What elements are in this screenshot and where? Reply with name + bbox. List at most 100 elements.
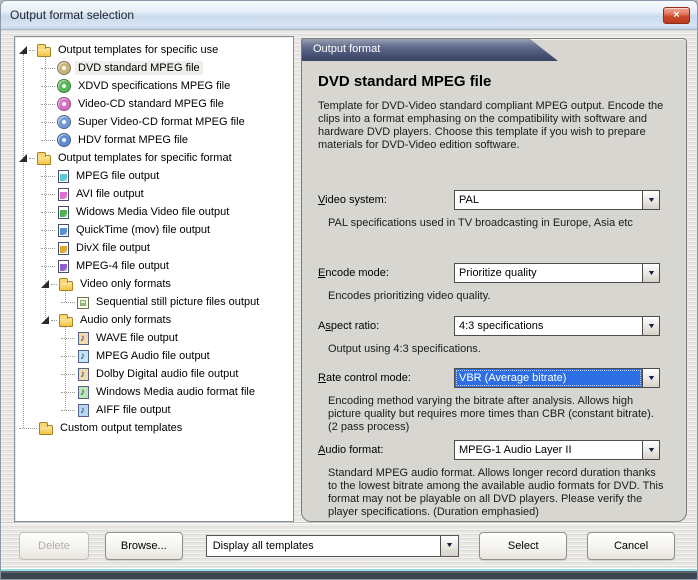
tree-connector bbox=[61, 337, 75, 339]
tree-folder-row[interactable]: Custom output templates bbox=[15, 419, 293, 437]
rate-control-mode-dropdown[interactable]: VBR (Average bitrate) ▼ bbox=[454, 368, 660, 388]
video-system-field: Video system: PAL ▼ PAL specifications used… bbox=[318, 190, 672, 230]
tree-item-label: AIFF file output bbox=[96, 404, 171, 416]
tree-item-label: Widows Media Video file output bbox=[76, 206, 230, 218]
tree-item-row[interactable]: DVD standard MPEG file bbox=[15, 59, 293, 77]
tree-item-label: XDVD specifications MPEG file bbox=[78, 80, 231, 92]
expand-triangle-icon[interactable] bbox=[41, 280, 49, 288]
aspect-ratio-caption: Output using 4:3 specifications. bbox=[328, 343, 481, 355]
expand-triangle-icon[interactable] bbox=[41, 316, 49, 324]
tree-item-row[interactable]: QuickTime (mov) file output bbox=[15, 221, 293, 239]
tree-item-row[interactable]: Widows Media Video file output bbox=[15, 203, 293, 221]
audio-format-label: Audio format: bbox=[318, 444, 384, 456]
window-bottom-edge bbox=[1, 568, 697, 579]
dialog-body: Output templates for specific use DVD sta… bbox=[1, 30, 697, 522]
dropdown-arrow-icon[interactable]: ▼ bbox=[642, 317, 659, 335]
dropdown-arrow-icon[interactable]: ▼ bbox=[642, 369, 659, 387]
aspect-ratio-field: Aspect ratio: 4:3 specifications ▼ Output u… bbox=[318, 316, 672, 356]
tree-folder-row[interactable]: Video only formats bbox=[15, 275, 293, 293]
tree-item-row[interactable]: XDVD specifications MPEG file bbox=[15, 77, 293, 95]
select-button[interactable]: Select bbox=[479, 531, 568, 560]
tree-item-row[interactable]: DivX file output bbox=[15, 239, 293, 257]
tree-item-label: Windows Media audio format file bbox=[96, 386, 255, 398]
panel-content: DVD standard MPEG file Template for DVD-… bbox=[302, 61, 686, 519]
tree-connector bbox=[41, 67, 55, 69]
tree-connector bbox=[41, 193, 55, 195]
tree-item-row[interactable]: WAVE file output bbox=[15, 329, 293, 347]
dropdown-arrow-icon[interactable]: ▼ bbox=[642, 264, 659, 282]
tree-item-label: Output templates for specific use bbox=[58, 44, 219, 56]
disc-icon bbox=[57, 97, 71, 111]
tree-item-row[interactable]: MPEG Audio file output bbox=[15, 347, 293, 365]
tree-item-row[interactable]: MPEG-4 file output bbox=[15, 257, 293, 275]
video-system-dropdown[interactable]: PAL ▼ bbox=[454, 190, 660, 210]
disc-icon bbox=[57, 61, 71, 75]
encode-mode-field: Encode mode: Prioritize quality ▼ Encodes p… bbox=[318, 263, 672, 303]
template-filter-dropdown[interactable]: Display all templates ▼ bbox=[205, 534, 460, 557]
tree-item-row[interactable]: Super Video-CD format MPEG file bbox=[15, 113, 293, 131]
tree-item-label: QuickTime (mov) file output bbox=[76, 224, 211, 236]
expand-triangle-icon[interactable] bbox=[19, 46, 27, 54]
format-title: DVD standard MPEG file bbox=[318, 73, 492, 90]
output-format-panel: Output format DVD standard MPEG file Tem… bbox=[301, 38, 687, 522]
tree-item-row[interactable]: HDV format MPEG file bbox=[15, 131, 293, 149]
tree-folder-row[interactable]: Audio only formats bbox=[15, 311, 293, 329]
tree-connector bbox=[61, 355, 75, 357]
tree-connector bbox=[51, 283, 57, 285]
titlebar[interactable]: Output format selection × bbox=[1, 1, 697, 30]
template-tree: Output templates for specific use DVD sta… bbox=[14, 36, 294, 522]
dropdown-arrow-icon[interactable]: ▼ bbox=[440, 535, 459, 556]
dropdown-arrow-icon[interactable]: ▼ bbox=[642, 191, 659, 209]
audio-file-icon bbox=[78, 367, 89, 381]
tree-connector bbox=[61, 373, 75, 375]
tree-item-row[interactable]: AVI file output bbox=[15, 185, 293, 203]
audio-file-icon bbox=[78, 403, 89, 417]
folder-icon bbox=[59, 278, 73, 291]
audio-format-dropdown[interactable]: MPEG-1 Audio Layer II ▼ bbox=[454, 440, 660, 460]
tree-item-label: Video only formats bbox=[80, 278, 171, 290]
encode-mode-dropdown[interactable]: Prioritize quality ▼ bbox=[454, 263, 660, 283]
tree-item-label: DivX file output bbox=[76, 242, 150, 254]
tree-connector bbox=[61, 391, 75, 393]
rate-control-mode-label: Rate control mode: bbox=[318, 372, 411, 384]
tree-connector bbox=[41, 247, 55, 249]
tree-item-label: MPEG-4 file output bbox=[76, 260, 169, 272]
close-button[interactable]: × bbox=[663, 6, 690, 24]
cancel-button[interactable]: Cancel bbox=[587, 531, 675, 560]
rate-control-mode-caption: Encoding method varying the bitrate afte… bbox=[328, 395, 654, 433]
tree-folder-row[interactable]: Output templates for specific use bbox=[15, 41, 293, 59]
tree-item-label: AVI file output bbox=[76, 188, 144, 200]
tree-item-label: Sequential still picture files output bbox=[96, 296, 260, 308]
close-icon: × bbox=[673, 8, 680, 21]
tree-item-row[interactable]: MPEG file output bbox=[15, 167, 293, 185]
delete-button[interactable]: Delete bbox=[19, 531, 89, 560]
video-system-value: PAL bbox=[459, 194, 479, 206]
folder-icon bbox=[59, 314, 73, 327]
tree-item-label: MPEG file output bbox=[76, 170, 160, 182]
dropdown-arrow-icon[interactable]: ▼ bbox=[642, 441, 659, 459]
tree-item-row[interactable]: AIFF file output bbox=[15, 401, 293, 419]
tree-folder-row[interactable]: Output templates for specific format bbox=[15, 149, 293, 167]
rate-control-mode-value: VBR (Average bitrate) bbox=[455, 369, 642, 387]
tree-item-label: MPEG Audio file output bbox=[96, 350, 210, 362]
tree-item-label: Audio only formats bbox=[80, 314, 172, 326]
tree-item-row[interactable]: Windows Media audio format file bbox=[15, 383, 293, 401]
template-filter-value: Display all templates bbox=[212, 539, 314, 552]
tree-item-label: WAVE file output bbox=[96, 332, 178, 344]
audio-file-icon bbox=[78, 349, 89, 363]
tree-item-label: Custom output templates bbox=[60, 422, 183, 434]
tree-item-row[interactable]: Dolby Digital audio file output bbox=[15, 365, 293, 383]
tree-connector bbox=[41, 139, 55, 141]
encode-mode-caption: Encodes prioritizing video quality. bbox=[328, 290, 491, 302]
video-system-caption: PAL specifications used in TV broadcasti… bbox=[328, 217, 633, 229]
aspect-ratio-dropdown[interactable]: 4:3 specifications ▼ bbox=[454, 316, 660, 336]
expand-triangle-icon[interactable] bbox=[19, 154, 27, 162]
output-format-tab: Output format bbox=[302, 39, 558, 61]
aspect-ratio-label: Aspect ratio: bbox=[318, 320, 380, 332]
browse-button[interactable]: Browse... bbox=[104, 531, 183, 560]
tree-item-row[interactable]: Video-CD standard MPEG file bbox=[15, 95, 293, 113]
audio-file-icon bbox=[78, 385, 89, 399]
folder-icon bbox=[37, 152, 51, 165]
tree-item-row[interactable]: Sequential still picture files output bbox=[15, 293, 293, 311]
aspect-ratio-value: 4:3 specifications bbox=[459, 320, 544, 332]
